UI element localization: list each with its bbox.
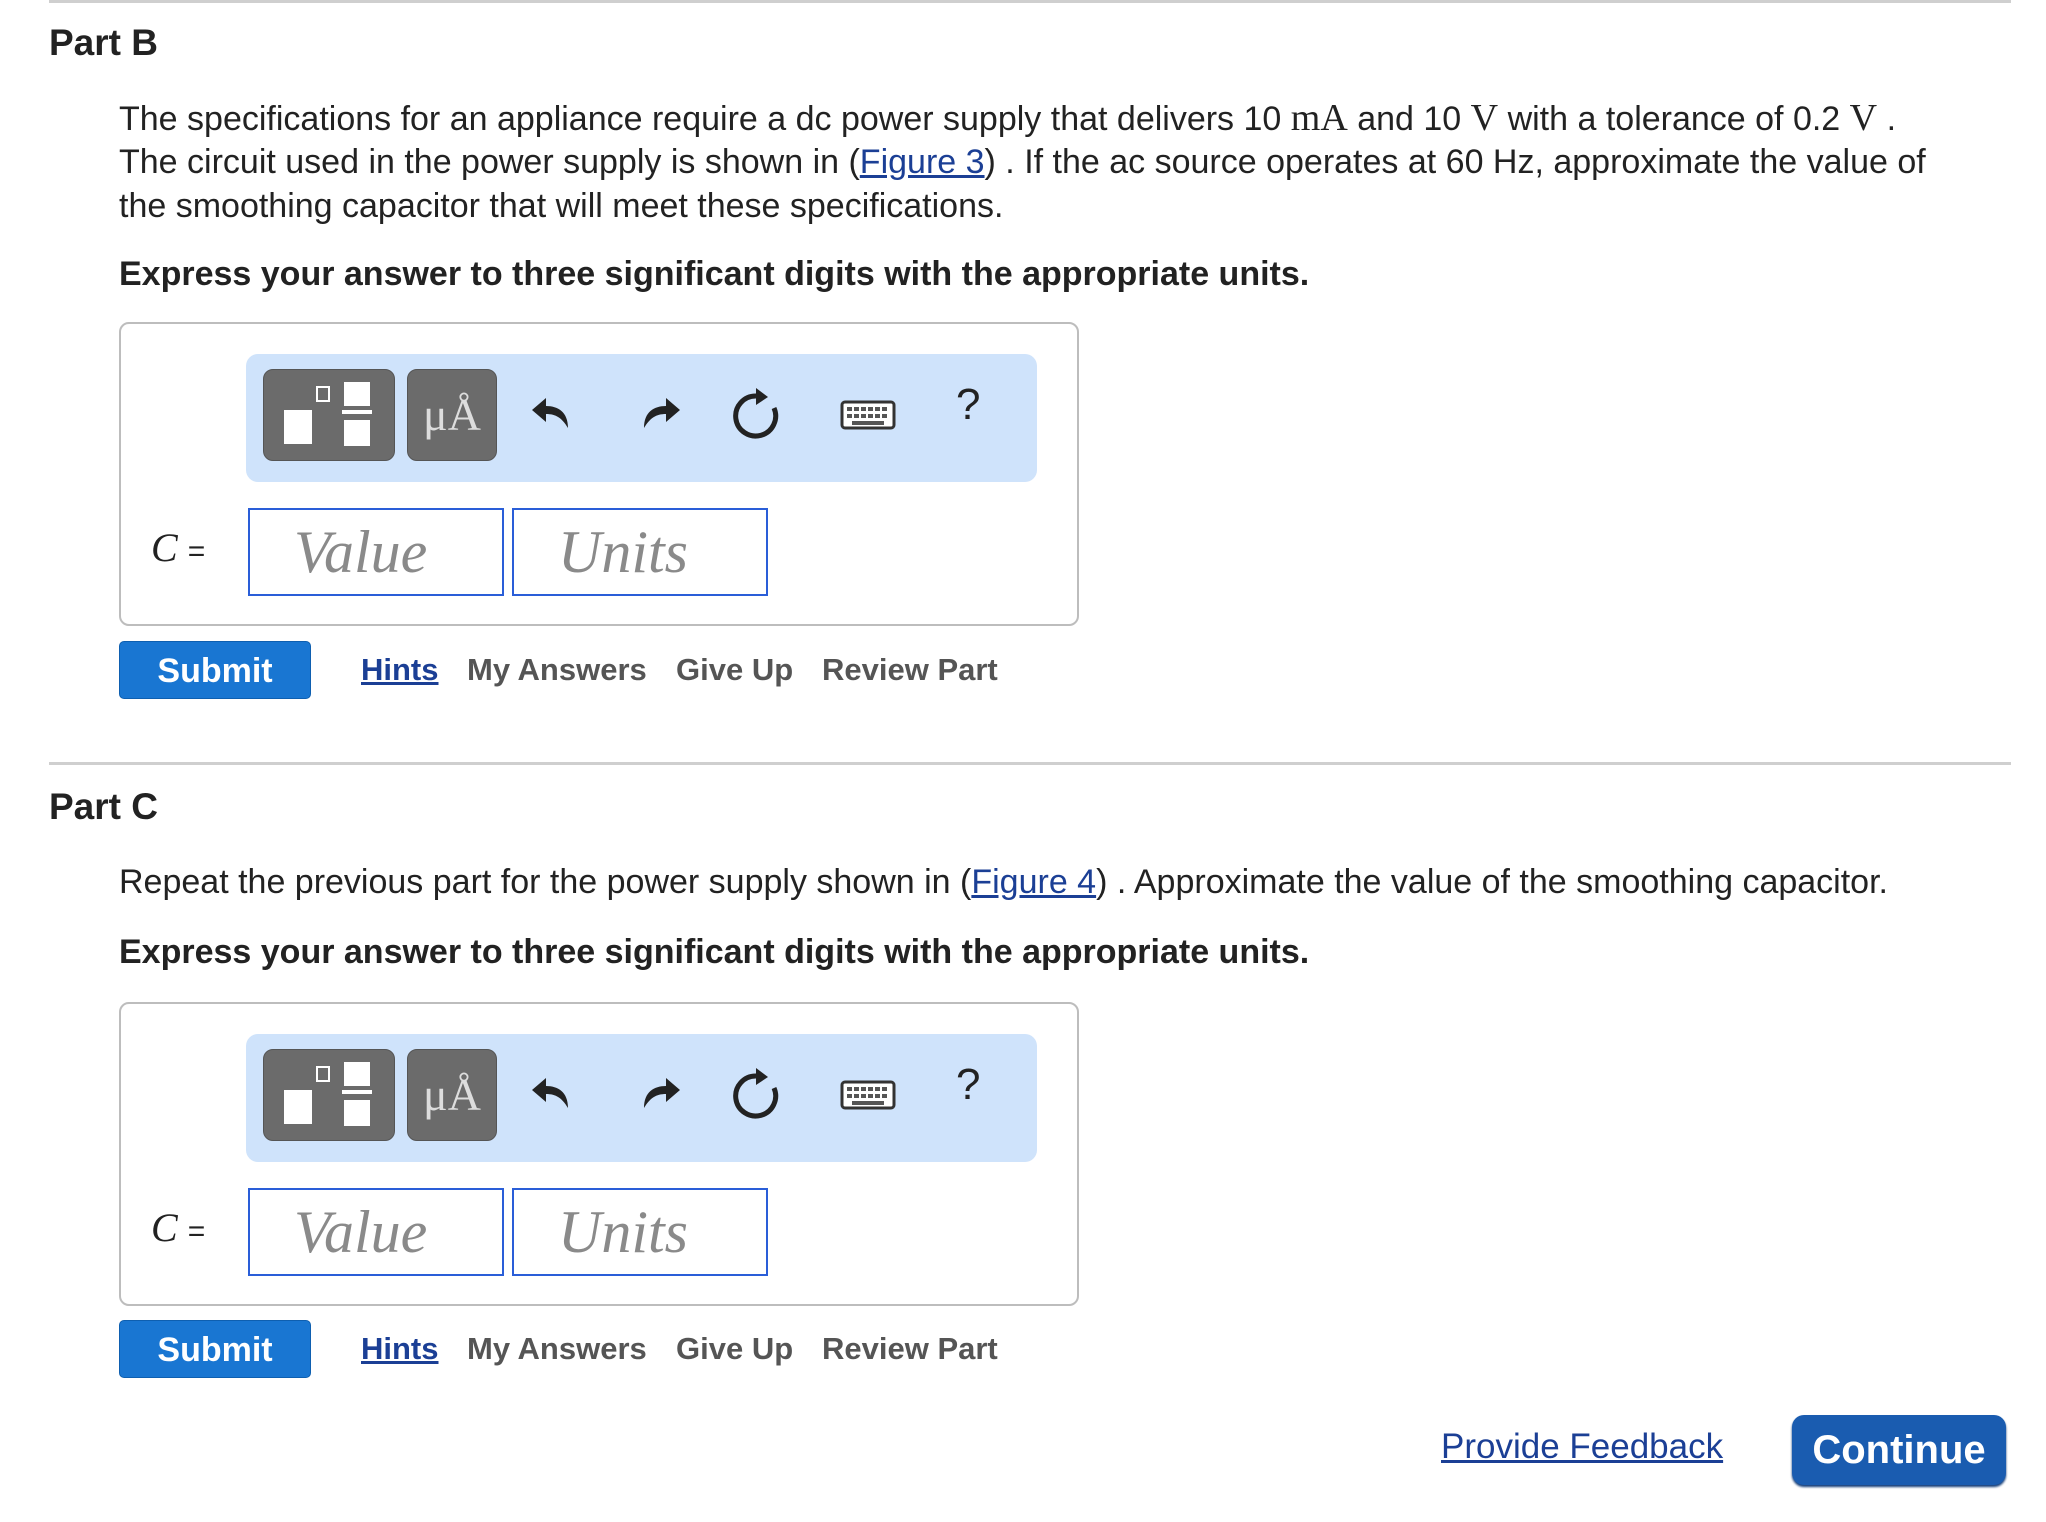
equals-sign: =: [187, 535, 206, 568]
variable-label: C =: [151, 524, 205, 571]
part-c-instruction: Express your answer to three significant…: [119, 933, 1310, 971]
units-input[interactable]: Units: [512, 508, 768, 596]
part-b-question-line-3: the smoothing capacitor that will meet t…: [119, 187, 1004, 225]
units-icon: μÅ: [423, 1069, 481, 1120]
question-text: The specifications for an appliance requ…: [119, 100, 1291, 138]
units-input[interactable]: Units: [512, 1188, 768, 1276]
part-b-question-line-1: The specifications for an appliance requ…: [119, 96, 1896, 141]
undo-icon[interactable]: [524, 384, 584, 444]
submit-button[interactable]: Submit: [119, 641, 311, 699]
give-up-link[interactable]: Give Up: [676, 652, 793, 688]
question-text: .: [1877, 100, 1897, 138]
submit-button[interactable]: Submit: [119, 1320, 311, 1378]
reset-icon[interactable]: [726, 384, 786, 444]
provide-feedback-link[interactable]: Provide Feedback: [1441, 1427, 1723, 1467]
math-toolbar: μÅ ?: [246, 1034, 1037, 1162]
part-c-answer-box: μÅ ? C = Value Units: [119, 1002, 1079, 1306]
my-answers-link[interactable]: My Answers: [467, 652, 647, 688]
unit-v: V: [1849, 97, 1878, 139]
part-b-answer-box: μÅ ? C = Value Units: [119, 322, 1079, 626]
reset-icon[interactable]: [726, 1064, 786, 1124]
math-toolbar: μÅ ?: [246, 354, 1037, 482]
review-part-link[interactable]: Review Part: [822, 1331, 998, 1367]
keyboard-icon[interactable]: [838, 384, 898, 444]
keyboard-icon[interactable]: [838, 1064, 898, 1124]
figure-3-link[interactable]: Figure 3: [860, 143, 985, 181]
part-c-question-line-1: Repeat the previous part for the power s…: [119, 860, 1888, 904]
variable-symbol: C: [151, 1205, 178, 1250]
undo-icon[interactable]: [524, 1064, 584, 1124]
part-b-instruction: Express your answer to three significant…: [119, 255, 1310, 293]
question-text: ) . Approximate the value of the smoothi…: [1096, 863, 1888, 901]
variable-label: C =: [151, 1204, 205, 1251]
part-b-title: Part B: [49, 22, 158, 63]
part-b-question-line-2: The circuit used in the power supply is …: [119, 140, 1926, 184]
review-part-link[interactable]: Review Part: [822, 652, 998, 688]
give-up-link[interactable]: Give Up: [676, 1331, 793, 1367]
unit-ma: mA: [1290, 97, 1348, 139]
question-text: with a tolerance of 0.2: [1498, 100, 1850, 138]
help-icon[interactable]: ?: [956, 1060, 980, 1110]
hints-link[interactable]: Hints: [361, 652, 439, 688]
unit-v: V: [1470, 97, 1499, 139]
part-c-divider: [49, 762, 2011, 765]
templates-button[interactable]: [263, 1049, 395, 1141]
question-text: ) . If the ac source operates at 60 Hz, …: [984, 143, 1926, 181]
redo-icon[interactable]: [628, 384, 688, 444]
continue-button[interactable]: Continue: [1792, 1415, 2006, 1485]
equals-sign: =: [187, 1215, 206, 1248]
units-button[interactable]: μÅ: [407, 369, 497, 461]
part-c-title: Part C: [49, 786, 158, 827]
question-text: The circuit used in the power supply is …: [119, 143, 860, 181]
units-icon: μÅ: [423, 389, 481, 440]
value-input[interactable]: Value: [248, 508, 504, 596]
redo-icon[interactable]: [628, 1064, 688, 1124]
variable-symbol: C: [151, 525, 178, 570]
help-icon[interactable]: ?: [956, 380, 980, 430]
templates-button[interactable]: [263, 369, 395, 461]
question-text: Repeat the previous part for the power s…: [119, 863, 972, 901]
units-button[interactable]: μÅ: [407, 1049, 497, 1141]
my-answers-link[interactable]: My Answers: [467, 1331, 647, 1367]
question-text: and 10: [1347, 100, 1471, 138]
top-divider: [49, 0, 2011, 3]
hints-link[interactable]: Hints: [361, 1331, 439, 1367]
value-input[interactable]: Value: [248, 1188, 504, 1276]
figure-4-link[interactable]: Figure 4: [971, 863, 1096, 901]
